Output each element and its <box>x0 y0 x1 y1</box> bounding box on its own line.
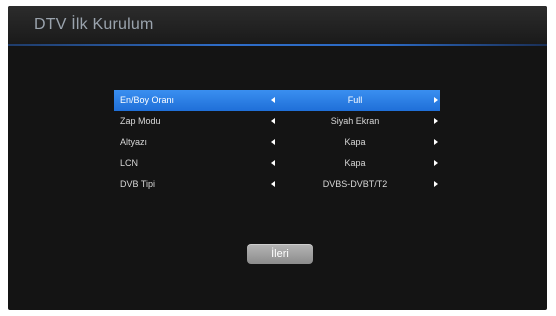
menu-item-lcn[interactable]: LCN Kapa <box>114 153 440 174</box>
menu-item-label: Altyazı <box>120 137 148 147</box>
arrow-left-icon[interactable] <box>271 160 275 166</box>
menu-item-label: En/Boy Oranı <box>120 95 175 105</box>
menu-item-label: LCN <box>120 158 139 168</box>
arrow-right-icon[interactable] <box>434 139 438 145</box>
arrow-left-icon[interactable] <box>271 118 275 124</box>
tv-screen: DTV İlk Kurulum En/Boy Oranı Full Zap Mo… <box>8 6 547 310</box>
header-accent-line <box>8 44 547 46</box>
menu-item-value: Kapa <box>344 158 366 168</box>
menu-item-value: DVBS-DVBT/T2 <box>322 179 388 189</box>
arrow-left-icon[interactable] <box>271 97 275 103</box>
arrow-right-icon[interactable] <box>434 97 438 103</box>
header-bar: DTV İlk Kurulum <box>8 6 547 44</box>
menu-item-zap-mode[interactable]: Zap Modu Siyah Ekran <box>114 111 440 132</box>
next-button[interactable]: İleri <box>247 244 313 264</box>
menu-item-value: Full <box>347 95 363 105</box>
menu-item-subtitle[interactable]: Altyazı Kapa <box>114 132 440 153</box>
menu-item-aspect-ratio[interactable]: En/Boy Oranı Full <box>114 90 440 111</box>
arrow-left-icon[interactable] <box>271 139 275 145</box>
arrow-left-icon[interactable] <box>271 181 275 187</box>
menu-item-label: Zap Modu <box>120 116 161 126</box>
menu-item-label: DVB Tipi <box>120 179 156 189</box>
settings-menu: En/Boy Oranı Full Zap Modu Siyah Ekran A… <box>114 90 440 195</box>
page-title: DTV İlk Kurulum <box>34 16 154 33</box>
arrow-right-icon[interactable] <box>434 118 438 124</box>
menu-item-value: Siyah Ekran <box>330 116 380 126</box>
menu-item-value: Kapa <box>344 137 366 147</box>
arrow-right-icon[interactable] <box>434 160 438 166</box>
menu-item-dvb-type[interactable]: DVB Tipi DVBS-DVBT/T2 <box>114 174 440 195</box>
arrow-right-icon[interactable] <box>434 181 438 187</box>
